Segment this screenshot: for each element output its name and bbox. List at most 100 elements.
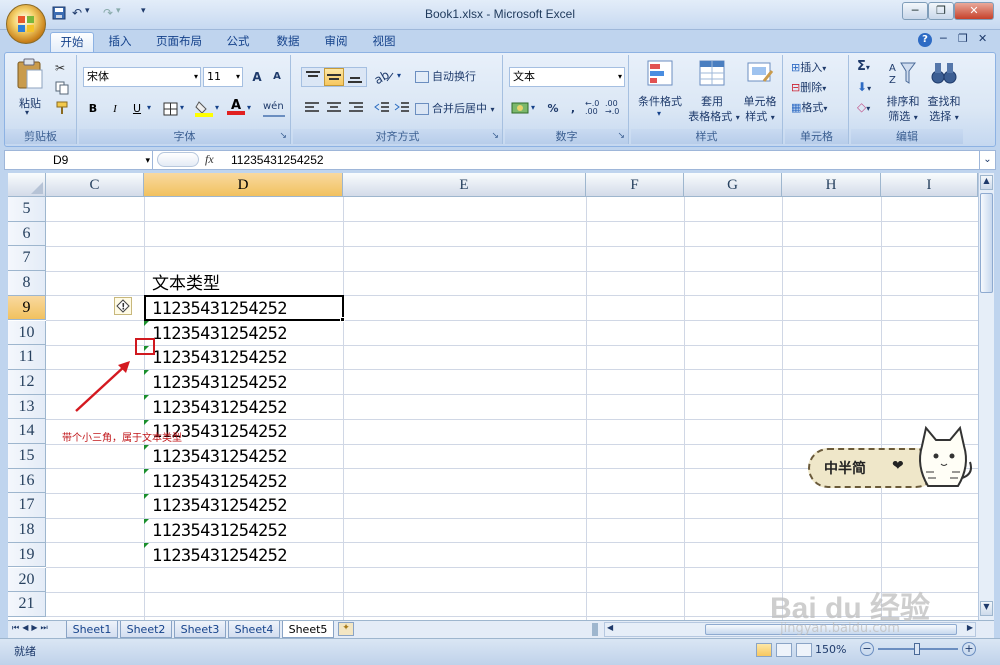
decrease-indent-icon[interactable] (373, 101, 391, 115)
row-header-11[interactable]: 11 (8, 345, 46, 370)
grow-font-button[interactable]: A (247, 67, 267, 87)
delete-cells-button[interactable]: ⊟删除▾ (791, 79, 826, 97)
insert-cells-button[interactable]: ⊞插入▾ (791, 59, 826, 77)
tab-page-layout[interactable]: 页面布局 (150, 32, 208, 52)
chevron-down-icon[interactable]: ▾ (397, 71, 401, 80)
number-format-select[interactable]: 文本 ▾ (509, 67, 625, 87)
page-break-view-icon[interactable] (796, 643, 812, 657)
conditional-format-button[interactable]: 条件格式 ▾ (635, 57, 685, 125)
align-center-icon[interactable] (325, 101, 343, 115)
column-header-g[interactable]: G (684, 173, 782, 197)
orientation-icon[interactable]: ab (373, 69, 395, 85)
align-middle-button[interactable] (324, 68, 344, 86)
cell-d18[interactable]: 11235431254252 (149, 518, 287, 542)
format-cells-button[interactable]: ▦格式▾ (791, 99, 827, 117)
align-bottom-icon[interactable] (346, 70, 364, 84)
zoom-level[interactable]: 150% (815, 643, 846, 656)
sheet-tab-4[interactable]: Sheet4 (228, 621, 280, 638)
formula-toggle[interactable] (157, 152, 199, 167)
sheet-nav-icons[interactable]: ⏮◀▶⏭ (12, 623, 51, 633)
zoom-in-icon[interactable]: + (962, 642, 976, 656)
normal-view-icon[interactable] (756, 643, 772, 657)
worksheet-grid[interactable]: C D E F G H I 5 6 7 8 9 10 11 12 13 14 1… (8, 173, 978, 620)
increase-indent-icon[interactable] (393, 101, 411, 115)
insert-sheet-icon[interactable]: ✦ (338, 622, 354, 636)
font-color-icon[interactable]: A (227, 98, 245, 118)
sheet-tab-1[interactable]: Sheet1 (66, 621, 118, 638)
font-size-select[interactable]: 11 ▾ (203, 67, 243, 87)
fill-color-icon[interactable] (195, 100, 213, 117)
close-button[interactable]: ✕ (954, 2, 994, 20)
scroll-right-icon[interactable]: ▶ (967, 623, 973, 632)
paste-button[interactable]: 粘贴 ▾ (11, 58, 49, 117)
scroll-up-icon[interactable]: ▲ (980, 175, 993, 190)
zoom-slider-thumb[interactable] (914, 643, 920, 655)
chevron-down-icon[interactable]: ▾ (247, 103, 251, 112)
clear-icon[interactable]: ◇▾ (857, 100, 870, 114)
decrease-decimal-icon[interactable]: .00 →.0 (605, 100, 619, 116)
row-header-7[interactable]: 7 (8, 246, 46, 272)
row-header-15[interactable]: 15 (8, 444, 46, 469)
dialog-launcher-icon[interactable]: ↘ (491, 129, 499, 144)
sheet-tab-5[interactable]: Sheet5 (282, 621, 334, 638)
minimize-button[interactable]: ─ (902, 2, 928, 20)
sort-filter-button[interactable]: AZ 排序和 筛选 ▾ (883, 57, 923, 125)
copy-icon[interactable] (55, 81, 69, 95)
row-header-9[interactable]: 9 (8, 295, 46, 321)
fill-icon[interactable]: ⬇▾ (857, 80, 871, 94)
tab-review[interactable]: 审阅 (316, 32, 356, 52)
row-header-20[interactable]: 20 (8, 567, 46, 593)
tab-data[interactable]: 数据 (268, 32, 308, 52)
italic-button[interactable]: I (105, 99, 125, 119)
increase-decimal-icon[interactable]: ←.0.00 (585, 100, 599, 116)
formula-input[interactable]: 11235431254252 (231, 151, 324, 169)
align-left-icon[interactable] (303, 101, 321, 115)
expand-formula-icon[interactable]: ⌄ (979, 151, 995, 169)
shrink-font-button[interactable]: A (267, 67, 287, 87)
cell-d12[interactable]: 11235431254252 (149, 370, 287, 394)
cell-d10[interactable]: 11235431254252 (149, 321, 287, 345)
dialog-launcher-icon[interactable]: ↘ (617, 129, 625, 144)
cell-d15[interactable]: 11235431254252 (149, 444, 287, 468)
merge-center-button[interactable]: 合并后居中 ▾ (415, 99, 503, 119)
column-header-h[interactable]: H (782, 173, 881, 197)
tab-home[interactable]: 开始 (50, 32, 94, 52)
scroll-down-icon[interactable]: ▼ (980, 601, 993, 616)
percent-button[interactable]: % (543, 99, 563, 119)
format-as-table-button[interactable]: 套用 表格格式 ▾ (687, 57, 740, 125)
chevron-down-icon[interactable]: ▾ (147, 103, 151, 112)
column-header-f[interactable]: F (586, 173, 684, 197)
bold-button[interactable]: B (83, 99, 103, 119)
comma-button[interactable]: , (563, 99, 583, 119)
tab-formulas[interactable]: 公式 (218, 32, 258, 52)
select-all-button[interactable] (8, 173, 46, 197)
cell-d17[interactable]: 11235431254252 (149, 493, 287, 517)
row-header-10[interactable]: 10 (8, 320, 46, 346)
sheet-tab-2[interactable]: Sheet2 (120, 621, 172, 638)
border-icon[interactable] (163, 102, 178, 116)
cell-styles-button[interactable]: 单元格 样式 ▾ (737, 57, 783, 125)
cell-d19[interactable]: 11235431254252 (149, 543, 287, 567)
cell-d11[interactable]: 11235431254252 (149, 345, 287, 369)
doc-minimize-icon[interactable]: ─ (940, 32, 947, 45)
row-header-18[interactable]: 18 (8, 518, 46, 543)
doc-restore-icon[interactable]: ❐ (958, 32, 968, 45)
tab-split-handle[interactable] (592, 623, 598, 636)
office-button[interactable] (6, 4, 46, 44)
chevron-down-icon[interactable]: ▾ (180, 103, 184, 112)
row-header-13[interactable]: 13 (8, 394, 46, 420)
restore-button[interactable]: ❐ (928, 2, 954, 20)
row-header-16[interactable]: 16 (8, 468, 46, 494)
column-header-e[interactable]: E (343, 173, 586, 197)
fill-handle[interactable] (340, 317, 345, 322)
row-header-8[interactable]: 8 (8, 271, 46, 296)
format-painter-icon[interactable] (55, 101, 69, 115)
tab-insert[interactable]: 插入 (100, 32, 140, 52)
cell-d13[interactable]: 11235431254252 (149, 395, 287, 419)
row-header-17[interactable]: 17 (8, 493, 46, 519)
align-right-icon[interactable] (347, 101, 365, 115)
column-header-i[interactable]: I (881, 173, 978, 197)
row-header-14[interactable]: 14 (8, 419, 46, 444)
column-header-c[interactable]: C (46, 173, 144, 197)
scroll-left-icon[interactable]: ◀ (607, 623, 613, 632)
